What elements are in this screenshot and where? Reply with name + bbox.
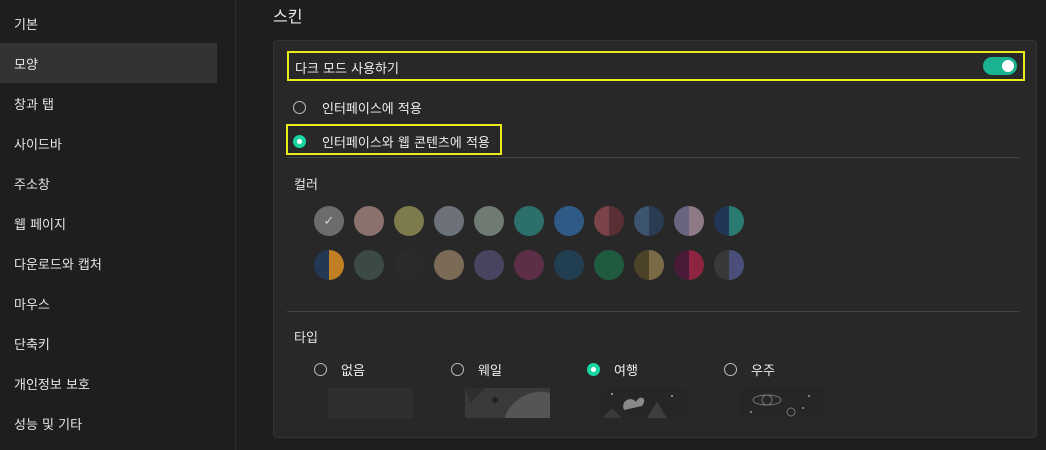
color-swatch-dark-teal-blue[interactable] bbox=[554, 250, 584, 280]
color-swatch-sage-gray[interactable] bbox=[474, 206, 504, 236]
page-title: 스킨 bbox=[273, 7, 303, 26]
type-option-none[interactable]: 없음 bbox=[314, 360, 365, 379]
apply-interface-option[interactable]: 인터페이스에 적용 bbox=[293, 98, 422, 117]
dark-mode-label: 다크 모드 사용하기 bbox=[295, 62, 399, 77]
space-illustration-icon bbox=[750, 394, 810, 417]
sidebar-item-label: 단축키 bbox=[14, 337, 50, 353]
type-label: 타입 bbox=[294, 331, 318, 346]
color-swatch-navy-teal-split[interactable] bbox=[714, 206, 744, 236]
color-swatch-charcoal[interactable] bbox=[394, 250, 424, 280]
type-space-radio[interactable] bbox=[724, 363, 737, 376]
apply-web-radio[interactable] bbox=[293, 135, 306, 148]
sidebar-item-label: 마우스 bbox=[14, 297, 50, 313]
type-option-space[interactable]: 우주 bbox=[724, 360, 775, 379]
sidebar-item-label: 사이드바 bbox=[14, 137, 62, 153]
sidebar-item-label: 창과 탭 bbox=[14, 97, 55, 113]
color-swatch-brown-split[interactable] bbox=[634, 250, 664, 280]
sidebar-item[interactable]: 창과 탭 bbox=[0, 83, 217, 123]
type-option-travel[interactable]: 여행 bbox=[587, 360, 638, 379]
sidebar: 기본모양창과 탭사이드바주소창웹 페이지다운로드와 캡처마우스단축키개인정보 보… bbox=[0, 0, 236, 450]
type-none-thumbnail[interactable] bbox=[328, 388, 413, 418]
type-space-thumbnail[interactable] bbox=[739, 388, 824, 418]
color-swatch-crimson-split[interactable] bbox=[674, 250, 704, 280]
divider bbox=[287, 311, 1019, 312]
sidebar-item[interactable]: 사이드바 bbox=[0, 123, 217, 163]
apply-web-option[interactable]: 인터페이스와 웹 콘텐츠에 적용 bbox=[293, 132, 490, 151]
whale-illustration-icon bbox=[465, 388, 550, 418]
color-swatch-slate-gray[interactable] bbox=[434, 206, 464, 236]
sidebar-item[interactable]: 단축키 bbox=[0, 323, 217, 363]
color-swatch-navy-split[interactable] bbox=[634, 206, 664, 236]
sidebar-item[interactable]: 성능 및 기타 bbox=[0, 403, 217, 443]
color-swatch-plum[interactable] bbox=[514, 250, 544, 280]
sidebar-item-label: 주소창 bbox=[14, 177, 50, 193]
check-icon: ✓ bbox=[323, 213, 335, 229]
sidebar-item[interactable]: 개인정보 보호 bbox=[0, 363, 217, 403]
sidebar-item-label: 성능 및 기타 bbox=[14, 417, 83, 433]
color-label: 컬러 bbox=[294, 178, 318, 193]
color-swatch-lavender-split[interactable] bbox=[674, 206, 704, 236]
type-whale-label: 웨일 bbox=[478, 364, 502, 379]
color-swatch-taupe[interactable] bbox=[434, 250, 464, 280]
color-swatch-navy-orange-split[interactable] bbox=[314, 250, 344, 280]
color-swatch-forest[interactable] bbox=[594, 250, 624, 280]
color-swatch-olive[interactable] bbox=[394, 206, 424, 236]
sidebar-item[interactable]: 다운로드와 캡처 bbox=[0, 243, 217, 283]
divider bbox=[287, 157, 1019, 158]
sidebar-item-label: 다운로드와 캡처 bbox=[14, 257, 102, 273]
type-travel-radio[interactable] bbox=[587, 363, 600, 376]
toggle-knob bbox=[1002, 60, 1014, 72]
type-whale-radio[interactable] bbox=[451, 363, 464, 376]
color-swatch-gray-selected[interactable]: ✓ bbox=[314, 206, 344, 236]
apply-interface-label: 인터페이스에 적용 bbox=[322, 102, 422, 117]
sidebar-item-label: 기본 bbox=[14, 17, 38, 33]
sidebar-item[interactable]: 마우스 bbox=[0, 283, 217, 323]
sidebar-item[interactable]: 기본 bbox=[0, 3, 217, 43]
travel-illustration-icon bbox=[602, 393, 673, 418]
dark-mode-toggle[interactable] bbox=[983, 57, 1017, 75]
color-swatch-dark-green[interactable] bbox=[354, 250, 384, 280]
type-travel-thumbnail[interactable] bbox=[602, 388, 687, 418]
sidebar-item-label: 모양 bbox=[14, 57, 38, 73]
sidebar-item[interactable]: 주소창 bbox=[0, 163, 217, 203]
color-swatch-indigo-gray[interactable] bbox=[474, 250, 504, 280]
color-swatch-gray-blue-split[interactable] bbox=[714, 250, 744, 280]
color-swatch-teal[interactable] bbox=[514, 206, 544, 236]
skin-panel: 다크 모드 사용하기 인터페이스에 적용 인터페이스와 웹 콘텐츠에 적용 컬러… bbox=[273, 40, 1037, 438]
color-swatch-maroon-split[interactable] bbox=[594, 206, 624, 236]
apply-interface-radio[interactable] bbox=[293, 101, 306, 114]
sidebar-item[interactable]: 웹 페이지 bbox=[0, 203, 217, 243]
dark-mode-row: 다크 모드 사용하기 bbox=[287, 51, 1025, 81]
sidebar-item-label: 개인정보 보호 bbox=[14, 377, 90, 393]
sidebar-item-label: 웹 페이지 bbox=[14, 217, 66, 233]
apply-web-label: 인터페이스와 웹 콘텐츠에 적용 bbox=[322, 136, 490, 151]
sidebar-item[interactable]: 모양 bbox=[0, 43, 217, 83]
type-none-label: 없음 bbox=[341, 364, 365, 379]
type-none-radio[interactable] bbox=[314, 363, 327, 376]
type-option-whale[interactable]: 웨일 bbox=[451, 360, 502, 379]
color-swatch-steel-blue[interactable] bbox=[554, 206, 584, 236]
type-space-label: 우주 bbox=[751, 364, 775, 379]
type-whale-thumbnail[interactable] bbox=[465, 388, 550, 418]
type-travel-label: 여행 bbox=[614, 364, 638, 379]
color-swatch-mauve[interactable] bbox=[354, 206, 384, 236]
